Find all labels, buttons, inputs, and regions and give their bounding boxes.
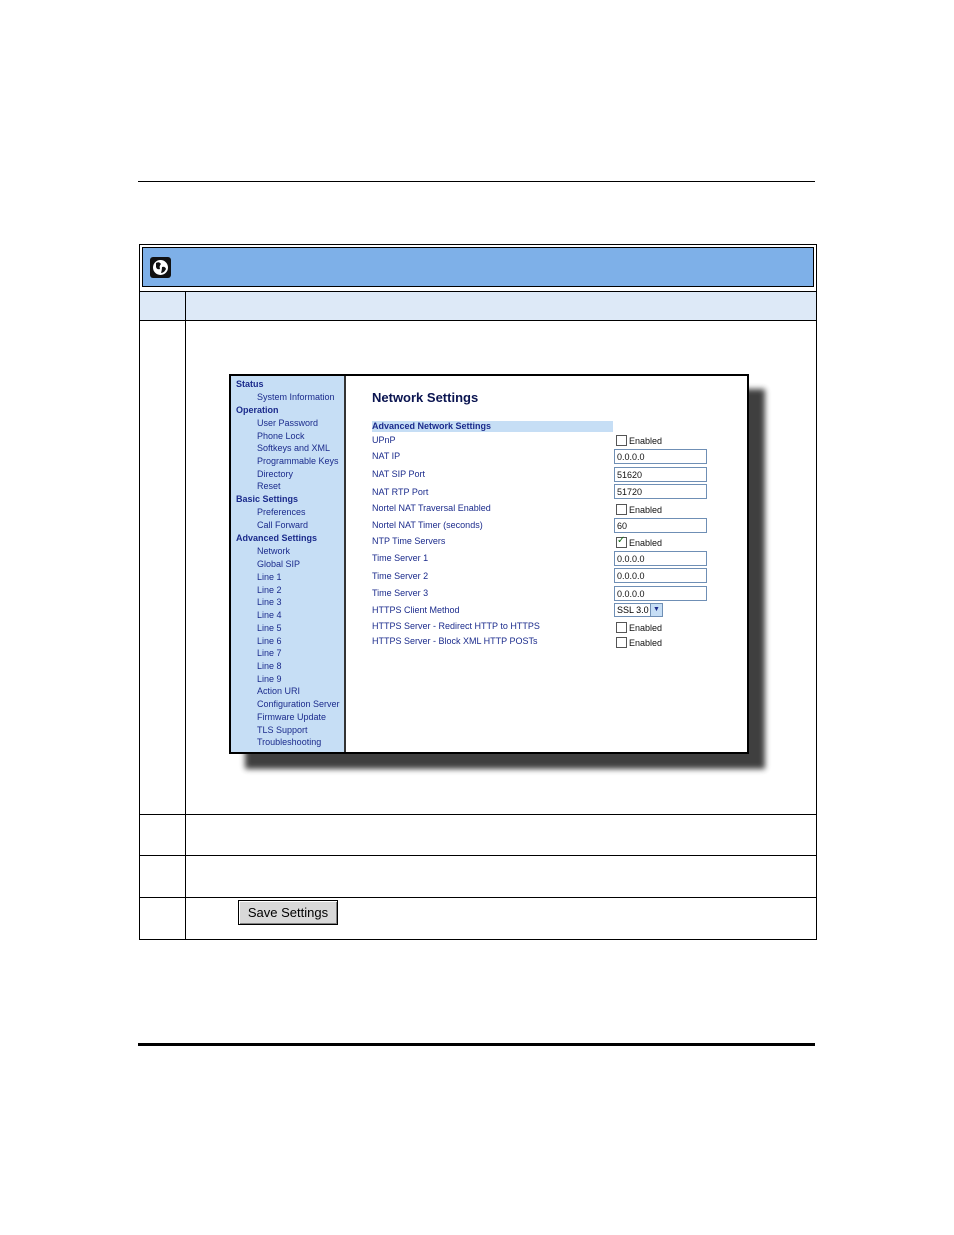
https-client-method-value: SSL 3.0	[617, 605, 649, 615]
sidebar-nav: Status System Information Operation User…	[231, 376, 346, 752]
checkmark-icon: ✓	[617, 535, 626, 547]
ntp-time-servers-checkbox[interactable]: ✓	[616, 535, 627, 549]
nav-item-reset[interactable]: Reset	[257, 481, 281, 492]
nav-item-line-8[interactable]: Line 8	[257, 661, 282, 672]
save-settings-button[interactable]: Save Settings	[238, 900, 338, 925]
globe-icon	[150, 257, 171, 278]
step-column-divider	[185, 291, 186, 939]
nav-item-line-7[interactable]: Line 7	[257, 648, 282, 659]
bottom-rule	[138, 1043, 815, 1046]
ntp-time-servers-checkbox-group[interactable]: ✓ Enabled	[616, 535, 663, 549]
top-rule	[138, 181, 815, 182]
time-server-3-input[interactable]	[614, 586, 707, 601]
nav-section-advanced-settings[interactable]: Advanced Settings	[236, 533, 317, 544]
https-block-xml-checkbox-label: Enabled	[629, 637, 663, 648]
upnp-checkbox-label: Enabled	[629, 435, 663, 446]
table-row	[140, 814, 816, 857]
nat-ip-label: NAT IP	[372, 451, 401, 461]
nav-item-troubleshooting[interactable]: Troubleshooting	[257, 737, 321, 748]
table-row	[140, 855, 816, 898]
nortel-nat-timer-input[interactable]	[614, 518, 707, 533]
nav-item-line-9[interactable]: Line 9	[257, 674, 282, 685]
nav-item-line-6[interactable]: Line 6	[257, 636, 282, 647]
nav-item-system-information[interactable]: System Information	[257, 392, 335, 403]
https-block-xml-checkbox-group[interactable]: Enabled	[616, 637, 663, 649]
nortel-nat-traversal-checkbox-group[interactable]: Enabled	[616, 504, 663, 516]
https-redirect-checkbox-label: Enabled	[629, 622, 663, 633]
nav-item-line-1[interactable]: Line 1	[257, 572, 282, 583]
time-server-1-label: Time Server 1	[372, 553, 429, 563]
nortel-nat-timer-label: Nortel NAT Timer (seconds)	[372, 520, 483, 530]
nav-item-phone-lock[interactable]: Phone Lock	[257, 431, 305, 442]
nortel-nat-traversal-checkbox-label: Enabled	[629, 504, 663, 515]
time-server-2-input[interactable]	[614, 568, 707, 583]
https-client-method-label: HTTPS Client Method	[372, 605, 460, 615]
web-ui-screenshot: Status System Information Operation User…	[229, 374, 749, 754]
nortel-nat-traversal-label: Nortel NAT Traversal Enabled	[372, 503, 491, 513]
ntp-time-servers-label: NTP Time Servers	[372, 536, 446, 546]
nav-item-directory[interactable]: Directory	[257, 469, 293, 480]
nav-item-programmable-keys[interactable]: Programmable Keys	[257, 456, 339, 467]
nav-item-call-forward[interactable]: Call Forward	[257, 520, 308, 531]
nav-item-action-uri[interactable]: Action URI	[257, 686, 300, 697]
nav-item-line-4[interactable]: Line 4	[257, 610, 282, 621]
upnp-checkbox-group[interactable]: Enabled	[616, 435, 663, 447]
upnp-label: UPnP	[372, 435, 396, 445]
nav-item-line-3[interactable]: Line 3	[257, 597, 282, 608]
https-block-xml-checkbox[interactable]	[616, 637, 627, 649]
nat-rtp-port-input[interactable]	[614, 484, 707, 499]
nav-item-global-sip[interactable]: Global SIP	[257, 559, 300, 570]
https-redirect-checkbox[interactable]	[616, 622, 627, 634]
nav-item-tls-support[interactable]: TLS Support	[257, 725, 308, 736]
nav-item-network[interactable]: Network	[257, 546, 290, 557]
nat-rtp-port-label: NAT RTP Port	[372, 487, 429, 497]
nav-item-configuration-server[interactable]: Configuration Server	[257, 699, 340, 710]
https-client-method-select[interactable]: SSL 3.0 ▼	[614, 603, 663, 617]
time-server-1-input[interactable]	[614, 551, 707, 566]
nat-sip-port-input[interactable]	[614, 467, 707, 482]
nav-item-softkeys-xml[interactable]: Softkeys and XML	[257, 443, 330, 454]
nat-ip-input[interactable]	[614, 449, 707, 464]
nav-item-preferences[interactable]: Preferences	[257, 507, 306, 518]
ntp-time-servers-checkbox-label: Enabled	[629, 537, 663, 548]
nav-item-line-5[interactable]: Line 5	[257, 623, 282, 634]
upnp-checkbox[interactable]	[616, 435, 627, 447]
https-block-xml-label: HTTPS Server - Block XML HTTP POSTs	[372, 636, 538, 646]
section-subheading: Advanced Network Settings	[372, 421, 613, 432]
nav-section-basic-settings[interactable]: Basic Settings	[236, 494, 298, 505]
time-server-2-label: Time Server 2	[372, 571, 429, 581]
nav-item-user-password[interactable]: User Password	[257, 418, 318, 429]
nortel-nat-traversal-checkbox[interactable]	[616, 504, 627, 516]
nav-item-line-2[interactable]: Line 2	[257, 585, 282, 596]
nav-item-firmware-update[interactable]: Firmware Update	[257, 712, 326, 723]
table-header-bar	[142, 247, 814, 287]
column-header-row	[140, 291, 816, 321]
https-redirect-label: HTTPS Server - Redirect HTTP to HTTPS	[372, 621, 540, 631]
time-server-3-label: Time Server 3	[372, 588, 429, 598]
nat-sip-port-label: NAT SIP Port	[372, 469, 426, 479]
chevron-down-icon[interactable]: ▼	[650, 604, 662, 616]
nav-section-operation[interactable]: Operation	[236, 405, 279, 416]
nav-section-status[interactable]: Status	[236, 379, 264, 390]
https-redirect-checkbox-group[interactable]: Enabled	[616, 622, 663, 634]
page-title: Network Settings	[372, 390, 479, 405]
